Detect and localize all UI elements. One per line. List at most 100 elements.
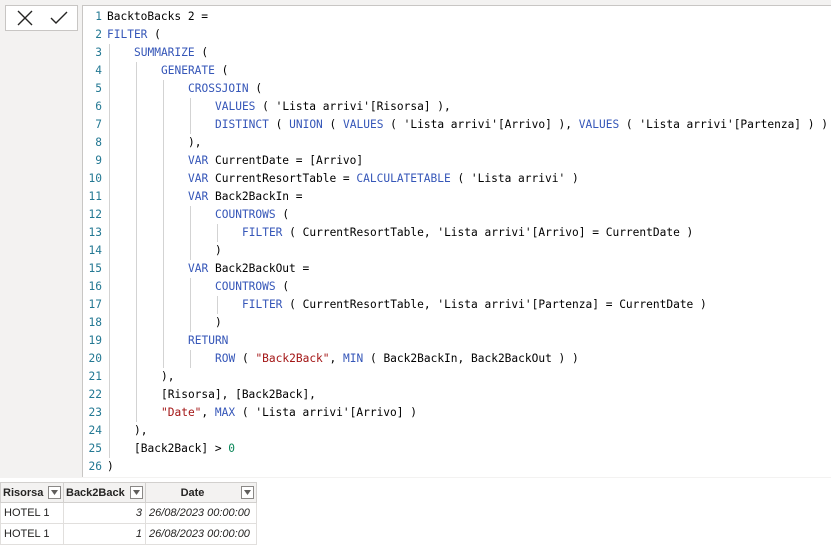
code-line[interactable]: 25 [Back2Back] > 0 [83, 440, 236, 458]
code-text: ) [107, 460, 114, 473]
code-token: ( [235, 352, 256, 365]
code-text: ) [215, 244, 222, 257]
code-text: FILTER ( CurrentResortTable, 'Lista arri… [242, 298, 707, 311]
code-token: ( [248, 82, 263, 95]
indent-guide [109, 44, 110, 458]
code-line[interactable]: 2 FILTER ( [83, 26, 161, 44]
code-token: FILTER [242, 226, 283, 239]
code-token: ( 'Lista arrivi'[Risorsa] ), [255, 100, 451, 113]
code-token: VAR [188, 154, 209, 167]
dropdown-filter-icon[interactable] [130, 486, 143, 499]
cell-date: 26/08/2023 00:00:00 [145, 502, 257, 524]
line-number: 22 [88, 388, 102, 401]
code-token: ( CurrentResortTable, 'Lista arrivi'[Arr… [282, 226, 694, 239]
code-line[interactable]: 18) [83, 314, 222, 332]
code-line[interactable]: 4 GENERATE ( [83, 62, 228, 80]
code-token: 0 [228, 442, 236, 455]
code-text: ), [134, 424, 147, 437]
code-token: Back2BackIn = [208, 190, 303, 203]
code-line[interactable]: 8), [83, 134, 201, 152]
table-header-row: Risorsa Back2Back Date [0, 482, 257, 503]
code-line[interactable]: 21), [83, 368, 175, 386]
table-row[interactable]: HOTEL 1 3 26/08/2023 00:00:00 [0, 502, 257, 524]
code-line[interactable]: 22 [Risorsa], [Back2Back], [83, 386, 316, 404]
code-token: COUNTROWS [215, 208, 276, 221]
code-line[interactable]: 1 BacktoBacks 2 = [83, 8, 208, 26]
code-line[interactable]: 14) [83, 242, 222, 260]
code-line[interactable]: 10 VAR CurrentResortTable = CALCULATETABL… [83, 170, 579, 188]
line-number: 7 [95, 118, 102, 131]
column-header-label: Back2Back [66, 486, 125, 499]
code-text: SUMMARIZE ( [134, 46, 208, 59]
code-line[interactable]: 23 "Date", MAX ( 'Lista arrivi'[Arrivo] ) [83, 404, 417, 422]
indent-guide [190, 278, 191, 332]
code-token: FILTER [107, 28, 148, 41]
code-token: FILTER [242, 298, 283, 311]
code-line[interactable]: 16 COUNTROWS ( [83, 278, 290, 296]
code-token: VALUES [343, 118, 384, 131]
code-token: CurrentDate = [Arrivo] [208, 154, 364, 167]
code-text: VAR Back2BackOut = [188, 262, 309, 275]
code-token: ), [134, 424, 148, 437]
code-line[interactable]: 24), [83, 422, 148, 440]
dax-code-editor[interactable]: 1 BacktoBacks 2 = 2 FILTER (3 SUMMARIZE ( 4 GE… [82, 5, 831, 477]
code-line[interactable]: 11 VAR Back2BackIn = [83, 188, 303, 206]
code-token: ( [275, 208, 290, 221]
code-token: ( [214, 64, 229, 77]
dropdown-filter-icon[interactable] [48, 486, 61, 499]
code-token: RETURN [188, 334, 229, 347]
line-number: 9 [95, 154, 102, 167]
code-token: "Back2Back" [255, 352, 330, 365]
code-token: VAR [188, 172, 209, 185]
code-text: ), [188, 136, 201, 149]
code-line[interactable]: 9 VAR CurrentDate = [Arrivo] [83, 152, 363, 170]
code-line[interactable]: 6 VALUES ( 'Lista arrivi'[Risorsa] ), [83, 98, 451, 116]
code-token: [Back2Back] > [134, 442, 229, 455]
code-line[interactable]: 3 SUMMARIZE ( [83, 44, 208, 62]
column-header-back2back[interactable]: Back2Back [63, 482, 146, 503]
result-table: Risorsa Back2Back Date HOTEL 1 3 26/08/2… [0, 482, 257, 545]
code-token: ( 'Lista arrivi'[Arrivo] ) [235, 406, 417, 419]
indent-guide [190, 350, 191, 368]
formula-bar: 1 BacktoBacks 2 = 2 FILTER (3 SUMMARIZE ( 4 GE… [0, 0, 831, 478]
code-token: ( Back2BackIn, Back2BackOut ) ) [363, 352, 579, 365]
commit-button[interactable] [42, 6, 76, 30]
code-line[interactable]: 15 VAR Back2BackOut = [83, 260, 310, 278]
dropdown-filter-icon[interactable] [241, 486, 254, 499]
cell-risorsa: HOTEL 1 [0, 502, 64, 524]
code-token: ( 'Lista arrivi' ) [450, 172, 579, 185]
column-header-risorsa[interactable]: Risorsa [0, 482, 64, 503]
code-line[interactable]: 12 COUNTROWS ( [83, 206, 290, 224]
code-token: GENERATE [161, 64, 215, 77]
code-line[interactable]: 19 RETURN [83, 332, 229, 350]
code-line[interactable]: 13 FILTER ( CurrentResortTable, 'Lista ar… [83, 224, 694, 242]
code-line[interactable]: 17 FILTER ( CurrentResortTable, 'Lista ar… [83, 296, 707, 314]
code-line[interactable]: 26) [83, 458, 114, 476]
code-token: ) [215, 316, 222, 329]
code-token: ( CurrentResortTable, 'Lista arrivi'[Par… [282, 298, 707, 311]
line-number: 25 [88, 442, 102, 455]
code-line[interactable]: 20 ROW ( "Back2Back", MIN ( Back2BackIn, … [83, 350, 579, 368]
code-token: ) [107, 460, 114, 473]
cell-date: 26/08/2023 00:00:00 [145, 523, 257, 545]
indent-guide [217, 224, 218, 242]
line-number: 4 [95, 64, 102, 77]
code-token: ROW [215, 352, 236, 365]
line-number: 24 [88, 424, 102, 437]
code-token: , [201, 406, 215, 419]
indent-guide [190, 98, 191, 134]
line-number: 19 [88, 334, 102, 347]
indent-guide [136, 62, 137, 422]
table-row[interactable]: HOTEL 1 1 26/08/2023 00:00:00 [0, 523, 257, 545]
code-text: CROSSJOIN ( [188, 82, 262, 95]
column-header-date[interactable]: Date [145, 482, 257, 503]
code-text: RETURN [188, 334, 228, 347]
code-token: ( [147, 28, 161, 41]
line-number: 18 [88, 316, 102, 329]
code-token: DISTINCT [215, 118, 269, 131]
line-number: 10 [88, 172, 102, 185]
line-number: 16 [88, 280, 102, 293]
code-line[interactable]: 7 DISTINCT ( UNION ( VALUES ( 'Lista arri… [83, 116, 831, 134]
cancel-button[interactable] [8, 6, 42, 30]
code-token: , [329, 352, 344, 365]
